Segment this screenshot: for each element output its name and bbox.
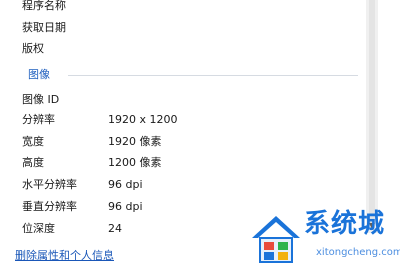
watermark-logo: 系统城 xitongcheng.com: [246, 209, 400, 272]
property-label: 版权: [22, 42, 44, 55]
property-label: 水平分辨率: [22, 178, 77, 191]
scrollbar-track[interactable]: [369, 0, 375, 218]
property-value: 96 dpi: [108, 178, 143, 191]
property-label: 宽度: [22, 135, 44, 148]
property-label: 图像 ID: [22, 93, 60, 106]
remove-properties-link[interactable]: 删除属性和个人信息: [15, 249, 114, 263]
watermark-title: 系统城: [304, 209, 386, 239]
property-value: 1920 像素: [108, 135, 162, 148]
properties-panel: 程序名称 获取日期 版权 图像 图像 ID 分辨率 1920 x 1200 宽度…: [0, 0, 378, 233]
property-label: 获取日期: [22, 21, 66, 34]
property-label: 垂直分辨率: [22, 200, 77, 213]
property-value: 1200 像素: [108, 156, 162, 169]
watermark-url: xitongcheng.com: [316, 247, 400, 258]
section-divider: [68, 75, 358, 76]
property-label: 程序名称: [22, 0, 66, 12]
property-label: 位深度: [22, 222, 55, 233]
property-value: 96 dpi: [108, 200, 143, 213]
vertical-scrollbar[interactable]: ▼: [366, 0, 378, 233]
property-label: 高度: [22, 156, 44, 169]
property-value: 24: [108, 222, 122, 233]
section-title-image: 图像: [28, 68, 50, 81]
house-logo-icon: [252, 216, 300, 263]
property-label: 分辨率: [22, 113, 55, 126]
property-value: 1920 x 1200: [108, 113, 178, 126]
